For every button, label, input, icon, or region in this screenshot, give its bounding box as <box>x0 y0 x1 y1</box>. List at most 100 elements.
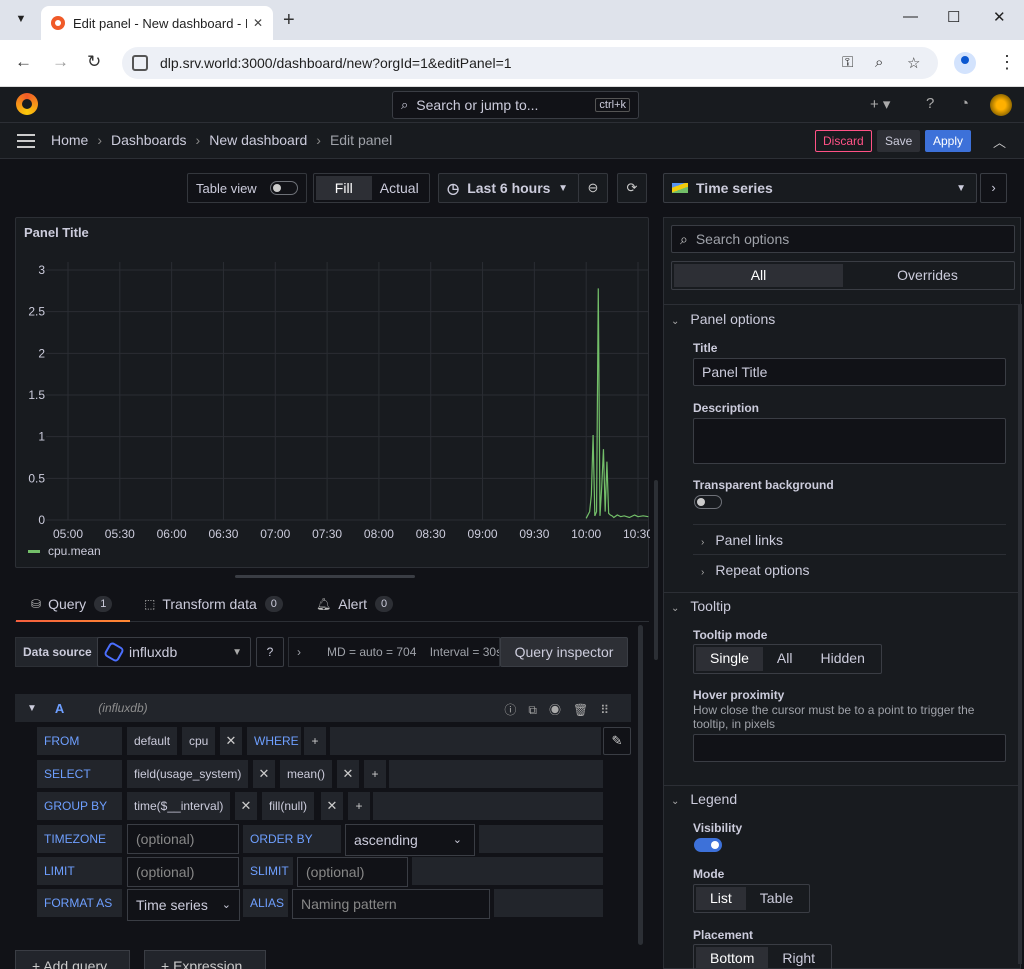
chevron-up-icon[interactable]: ︿ <box>993 132 1006 151</box>
actual-option[interactable]: Actual <box>372 176 428 200</box>
pane-resize-handle[interactable] <box>235 575 415 578</box>
tab-all[interactable]: All <box>674 264 843 287</box>
from-measurement[interactable]: cpu <box>182 727 216 755</box>
forward-icon[interactable]: → <box>52 52 69 72</box>
tab-overrides[interactable]: Overrides <box>843 264 1012 287</box>
apply-button[interactable]: Apply <box>925 130 972 152</box>
bookmark-star-icon[interactable]: ☆ <box>907 54 920 72</box>
search-bar[interactable]: ⌕ Search or jump to... ctrl+k <box>392 91 639 119</box>
drag-handle-icon[interactable]: ⠿ <box>600 703 621 717</box>
legend-header[interactable]: ⌄ Legend <box>671 791 737 807</box>
datasource-help-icon[interactable]: ? <box>256 637 284 667</box>
url-field[interactable]: dlp.srv.world:3000/dashboard/new?orgId=1… <box>122 47 938 79</box>
slimit-input[interactable]: (optional) <box>297 857 408 887</box>
group-by-time[interactable]: time($__interval) <box>127 792 231 820</box>
limit-input[interactable]: (optional) <box>127 857 239 887</box>
duplicate-icon[interactable]: ⧉ <box>528 703 549 717</box>
browser-menu-icon[interactable]: ⋮ <box>998 52 1016 73</box>
table-view-switch[interactable] <box>270 181 298 195</box>
help-icon[interactable]: ? <box>926 95 934 112</box>
eye-icon[interactable]: ◉ <box>549 703 573 717</box>
panel-links-section[interactable]: › Panel links <box>693 524 1006 554</box>
grafana-logo-icon[interactable] <box>16 93 38 115</box>
trash-icon[interactable]: 🗑︎ <box>573 703 600 717</box>
query-ref-id[interactable]: A <box>55 701 64 716</box>
chevron-down-icon[interactable]: ▼ <box>27 703 37 714</box>
remove-measurement-icon[interactable]: ✕ <box>220 727 242 755</box>
timezone-input[interactable]: (optional) <box>127 824 239 854</box>
user-avatar[interactable] <box>990 94 1012 116</box>
select-field[interactable]: field(usage_system) <box>127 760 249 788</box>
time-range-picker[interactable]: ◷ Last 6 hours ▼ <box>438 173 579 203</box>
remove-aggregation-icon[interactable]: ✕ <box>337 760 359 788</box>
tab-transform[interactable]: ⬚ Transform data 0 <box>144 596 283 612</box>
datasource-select[interactable]: influxdb ▼ <box>97 637 251 667</box>
transparent-switch[interactable] <box>694 495 722 509</box>
query-pane-scrollbar[interactable] <box>638 625 643 945</box>
zoom-out-icon[interactable]: ⊖ <box>578 173 608 203</box>
query-row-header[interactable]: ▼ A (influxdb) ⓘ⧉◉🗑︎⠿ <box>15 694 631 722</box>
breadcrumb-home[interactable]: Home <box>51 132 88 148</box>
table-view-toggle[interactable]: Table view <box>187 173 307 203</box>
fill-option[interactable]: Fill <box>316 176 372 200</box>
query-inspector-button[interactable]: Query inspector <box>500 637 628 667</box>
format-as-select[interactable]: Time series ⌄ <box>127 889 240 921</box>
edit-raw-query-icon[interactable]: ✎ <box>603 727 631 755</box>
add-where-icon[interactable]: + <box>304 727 326 755</box>
news-rss-icon[interactable]: ◔ <box>960 95 969 112</box>
tab-query[interactable]: ⛁ Query 1 <box>15 596 131 622</box>
tooltip-header[interactable]: ⌄ Tooltip <box>671 598 731 614</box>
zoom-icon[interactable]: ⌕ <box>875 54 883 71</box>
legend-mode-list[interactable]: List <box>696 887 746 910</box>
repeat-options-section[interactable]: › Repeat options <box>693 554 1006 584</box>
breadcrumb-dashboards[interactable]: Dashboards <box>111 132 187 148</box>
help-icon[interactable]: ⓘ <box>504 703 528 717</box>
add-query-button[interactable]: + Add query <box>15 950 130 969</box>
from-policy[interactable]: default <box>127 727 178 755</box>
tooltip-mode-hidden[interactable]: Hidden <box>806 647 878 671</box>
reload-icon[interactable]: ↻ <box>87 52 101 72</box>
tab-search-icon[interactable]: ▼ <box>10 8 32 30</box>
visualization-picker[interactable]: Time series ▼ <box>663 173 977 203</box>
tooltip-mode-single[interactable]: Single <box>696 647 763 671</box>
remove-fill-icon[interactable]: ✕ <box>321 792 343 820</box>
remove-group-time-icon[interactable]: ✕ <box>235 792 257 820</box>
tab-close-icon[interactable]: ✕ <box>253 16 263 30</box>
panel-options-header[interactable]: ⌄ Panel options <box>671 311 775 327</box>
hover-proximity-input[interactable] <box>693 734 1006 762</box>
group-by-fill[interactable]: fill(null) <box>262 792 315 820</box>
select-aggregation[interactable]: mean() <box>280 760 333 788</box>
legend-mode-table[interactable]: Table <box>746 887 807 910</box>
refresh-icon[interactable]: ⟳ <box>617 173 647 203</box>
legend-placement-right[interactable]: Right <box>768 947 829 969</box>
query-options[interactable]: › MD = auto = 704 Interval = 30s <box>288 637 500 667</box>
add-select-icon[interactable]: + <box>364 760 386 788</box>
tooltip-mode-all[interactable]: All <box>763 647 807 671</box>
maximize-icon[interactable]: ☐ <box>947 8 960 26</box>
options-scrollbar[interactable] <box>1018 304 1022 964</box>
discard-button[interactable]: Discard <box>815 130 872 152</box>
back-icon[interactable]: ← <box>15 52 32 72</box>
browser-tab[interactable]: Edit panel - New dashboard - D ✕ <box>41 6 273 40</box>
add-expression-button[interactable]: + Expression <box>144 950 266 969</box>
save-button[interactable]: Save <box>877 130 921 152</box>
order-by-select[interactable]: ascending ⌄ <box>345 824 475 856</box>
options-search-input[interactable]: ⌕ Search options <box>671 225 1015 253</box>
breadcrumb-new-dashboard[interactable]: New dashboard <box>209 132 307 148</box>
menu-hamburger-icon[interactable] <box>17 134 35 148</box>
site-info-icon[interactable] <box>132 55 148 71</box>
collapse-options-icon[interactable]: › <box>980 173 1007 203</box>
add-group-by-icon[interactable]: + <box>348 792 370 820</box>
minimize-icon[interactable]: — <box>903 8 918 25</box>
title-input[interactable]: Panel Title <box>693 358 1006 386</box>
alias-input[interactable]: Naming pattern <box>292 889 490 919</box>
password-key-icon[interactable]: ⚿ <box>842 54 853 71</box>
description-textarea[interactable] <box>693 418 1006 464</box>
close-window-icon[interactable]: ✕ <box>993 8 1006 26</box>
legend-visibility-switch[interactable] <box>694 838 722 852</box>
remove-field-icon[interactable]: ✕ <box>253 760 275 788</box>
new-tab-icon[interactable]: + <box>283 9 295 32</box>
legend-item[interactable]: cpu.mean <box>28 544 101 558</box>
add-new-icon[interactable]: + ▾ <box>870 95 890 113</box>
middle-scrollbar[interactable] <box>654 480 658 660</box>
